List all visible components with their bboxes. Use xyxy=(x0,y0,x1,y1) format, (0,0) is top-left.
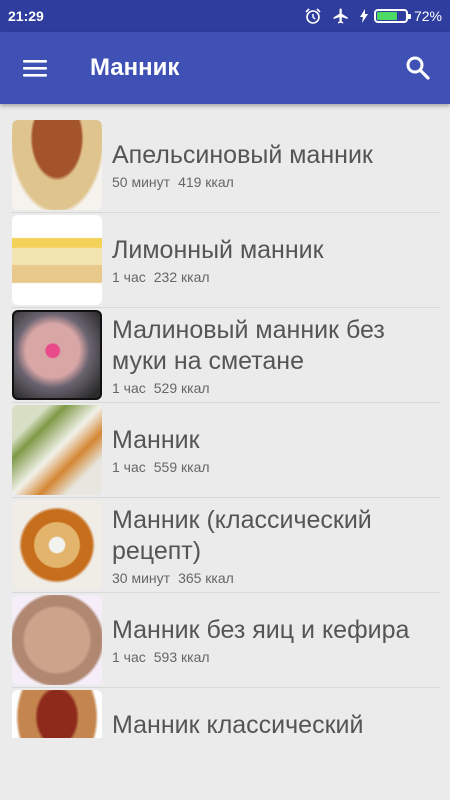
page-title: Манник xyxy=(90,54,180,81)
recipe-time: 1 час xyxy=(112,649,146,665)
recipe-thumbnail xyxy=(12,215,102,305)
recipe-name: Манник xyxy=(112,426,200,454)
recipe-item[interactable]: Манник классический xyxy=(12,688,440,738)
recipe-time: 1 час xyxy=(112,269,146,285)
recipe-time: 50 минут xyxy=(112,174,171,190)
recipe-thumbnail xyxy=(12,405,102,495)
recipe-thumbnail xyxy=(12,690,102,738)
recipe-thumbnail xyxy=(12,310,102,400)
recipe-kcal: 559 ккал xyxy=(153,459,210,475)
recipe-item[interactable]: Манник (классический рецепт) 30 минут 365… xyxy=(12,498,440,593)
recipe-item[interactable]: Лимонный манник 1 час 232 ккал xyxy=(12,213,440,308)
recipe-item[interactable]: Манник без яиц и кефира 1 час 593 ккал xyxy=(12,593,440,688)
recipe-name: Манник (классический рецепт) xyxy=(112,505,372,565)
battery-indicator: 72% xyxy=(359,8,442,24)
recipe-time: 30 минут xyxy=(112,569,171,586)
recipe-name: Манник классический xyxy=(112,711,364,738)
recipe-thumbnail xyxy=(12,120,102,210)
recipe-item[interactable]: Манник 1 час 559 ккал xyxy=(12,403,440,498)
search-button[interactable] xyxy=(386,32,450,104)
recipe-kcal: 593 ккал xyxy=(153,649,210,665)
recipe-thumbnail xyxy=(12,595,102,685)
recipe-name: Манник без яиц и кефира xyxy=(112,616,410,644)
status-icons: 72% xyxy=(304,7,442,25)
recipe-kcal: 365 ккал xyxy=(178,569,234,586)
recipe-name: Лимонный манник xyxy=(112,236,324,264)
battery-icon xyxy=(373,9,411,23)
recipe-kcal: 419 ккал xyxy=(178,174,234,190)
recipe-kcal: 529 ккал xyxy=(153,379,210,396)
recipe-kcal: 232 ккал xyxy=(153,269,210,285)
alarm-icon xyxy=(305,8,321,24)
recipe-name: Малиновый манник без муки на сметане xyxy=(112,315,385,375)
recipe-list[interactable]: Апельсиновый манник 50 минут 419 ккал Лим… xyxy=(0,118,450,738)
recipe-time: 1 час xyxy=(112,379,146,396)
battery-percent: 72% xyxy=(413,8,442,24)
recipe-thumbnail xyxy=(12,500,102,590)
status-time: 21:29 xyxy=(8,8,44,24)
search-icon xyxy=(406,56,430,80)
battery-fill xyxy=(376,12,398,20)
recipe-item[interactable]: Малиновый манник без муки на сметане 1 ч… xyxy=(12,308,440,403)
airplane-mode-icon xyxy=(333,8,348,24)
hamburger-menu-icon xyxy=(23,60,47,77)
recipe-name: Апельсиновый манник xyxy=(112,141,373,169)
menu-button[interactable] xyxy=(0,32,70,104)
recipe-time: 1 час xyxy=(112,459,146,475)
status-bar: 21:29 72% xyxy=(0,0,450,32)
charging-icon xyxy=(359,9,368,23)
recipe-item[interactable]: Апельсиновый манник 50 минут 419 ккал xyxy=(12,118,440,213)
app-bar: Манник xyxy=(0,32,450,104)
